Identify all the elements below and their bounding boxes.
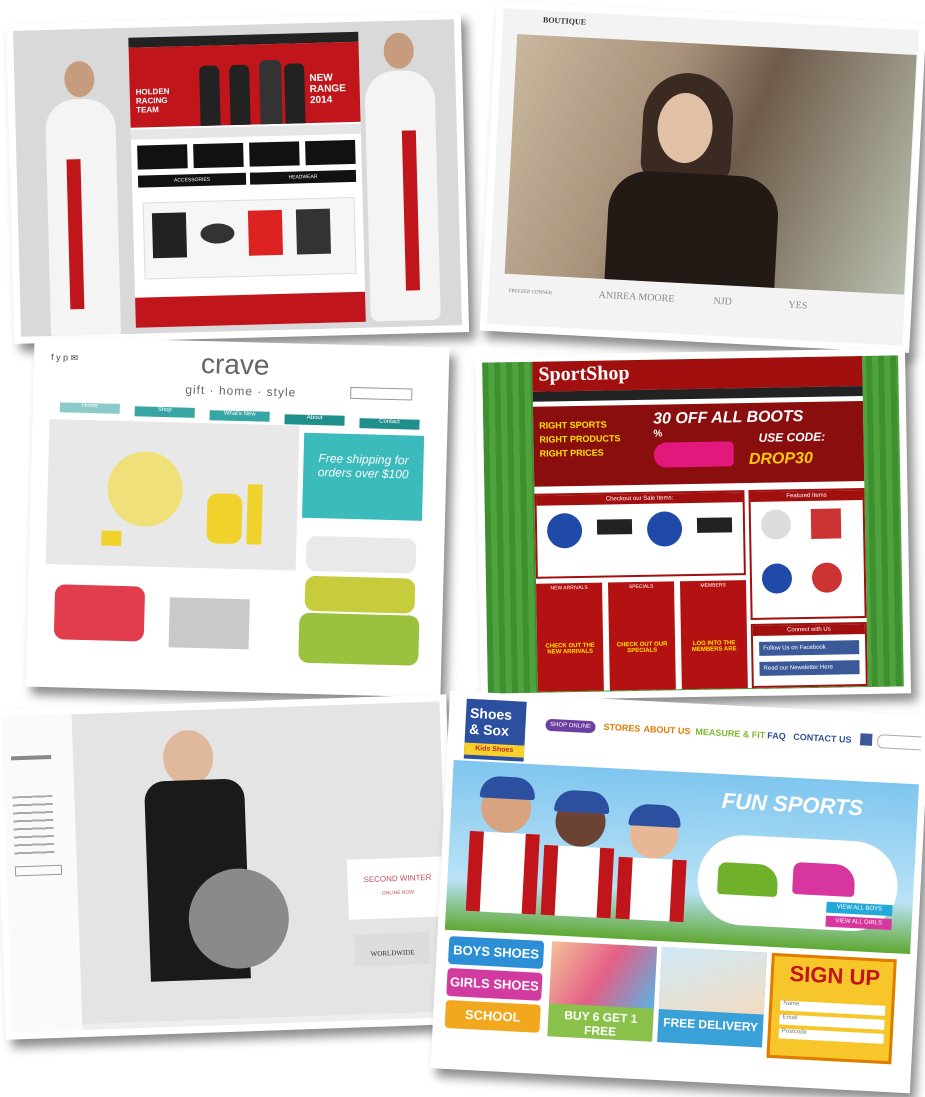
second-winter-headline: SECOND WINTER	[363, 872, 432, 885]
girls-shoes-button[interactable]: GIRLS SHOES	[446, 967, 543, 1001]
promo-code: DROP30	[748, 449, 814, 469]
buy6-text: BUY 6 GET 1 FREE	[563, 1008, 638, 1039]
signup-postcode-field[interactable]: Postcode	[778, 1028, 884, 1044]
nav-about-us[interactable]: ABOUT US	[643, 724, 690, 736]
sale-items: Checkout our Sale Items:	[534, 490, 746, 579]
brand-njd[interactable]: NJD	[713, 296, 732, 308]
hero-title: FUN SPORTS	[721, 788, 864, 821]
shoes-sox-logo[interactable]: Shoes & Sox Kids Shoes	[463, 698, 527, 762]
facebook-icon[interactable]	[859, 733, 873, 746]
second-winter-screenshot: SECOND WINTER ONLINE NOW WORLDWIDE	[0, 694, 458, 1040]
free-shipping-banner[interactable]: Free shipping for orders over $100	[302, 432, 425, 521]
brand-freezer-conner[interactable]: FREEZER CONNER	[509, 289, 553, 296]
tile-new-arrivals-cta: CHECK OUT THE NEW ARRIVALS	[545, 642, 595, 656]
section-tiles: NEW ARRIVALS CHECK OUT THE NEW ARRIVALS …	[536, 580, 748, 692]
promo-use: USE CODE:	[758, 429, 826, 445]
featured-heading: Featured Items	[750, 490, 863, 502]
promo-banner[interactable]: RIGHT SPORTS RIGHT PRODUCTS RIGHT PRICES…	[532, 401, 865, 487]
search-input[interactable]	[876, 734, 923, 751]
tile-members-label: MEMBERS	[700, 582, 726, 589]
hero-banner[interactable]: HOLDEN RACING TEAM NEW RANGE 2014	[128, 41, 361, 128]
free-delivery-text: FREE DELIVERY	[662, 1015, 759, 1035]
racer-left-image	[44, 60, 122, 337]
accessories-link[interactable]: ACCESSORIES	[137, 172, 247, 188]
worldwide-badge: WORLDWIDE	[354, 931, 431, 967]
brand-anirea-moore[interactable]: ANIREA MOORE	[598, 290, 674, 305]
boys-shoes-button[interactable]: BOYS SHOES	[447, 935, 545, 969]
sportshop-screenshot: SportShop RIGHT SPORTS RIGHT PRODUCTS RI…	[475, 348, 911, 701]
brand-yes[interactable]: YES	[788, 300, 807, 312]
crave-tagline: gift · home · style	[185, 382, 297, 400]
signup-box: SIGN UP Name Email Postcode	[766, 952, 897, 1065]
holden-title: HOLDEN RACING TEAM	[135, 86, 170, 115]
free-delivery-promo[interactable]: FREE DELIVERY	[657, 947, 767, 1048]
holden-racing-screenshot: HOLDEN RACING TEAM NEW RANGE 2014 ACCESS…	[5, 12, 470, 344]
tile-new-arrivals[interactable]: NEW ARRIVALS CHECK OUT THE NEW ARRIVALS	[536, 582, 604, 692]
nav-shop-online[interactable]: SHOP ONLINE	[545, 718, 596, 734]
nav-about[interactable]: About	[284, 414, 345, 426]
logo-line2: & Sox	[468, 720, 510, 739]
featured-items: Featured Items	[748, 488, 867, 621]
boutique-screenshot: BOUTIQUE FREEZER CONNER ANIREA MOORE NJD…	[479, 0, 925, 354]
tile-members[interactable]: MEMBERS LOG INTO THE MEMBERS ARE	[679, 580, 748, 690]
holden-site: HOLDEN RACING TEAM NEW RANGE 2014 ACCESS…	[128, 31, 366, 328]
school-shoes-button[interactable]: SCHOOL SHOES	[444, 999, 541, 1053]
nav-contact[interactable]: Contact	[359, 418, 420, 430]
slogan-prices: RIGHT PRICES	[539, 447, 604, 459]
newsletter-button[interactable]: Read our Newsletter Here	[759, 660, 860, 676]
promo-headline: 30 OFF ALL BOOTS	[653, 408, 804, 428]
tile-specials-label: SPECIALS	[628, 583, 654, 591]
hero-product-photo	[45, 419, 300, 571]
shoes-and-sox-screenshot: Shoes & Sox Kids Shoes SHOP ONLINE STORE…	[430, 690, 925, 1094]
nav-shop[interactable]: Shop	[134, 406, 195, 418]
hero-photo	[504, 34, 917, 295]
boutique-tab[interactable]: BOUTIQUE	[543, 15, 587, 26]
hero-banner[interactable]: FUN SPORTS VIEW ALL BOYS VIEW ALL GIRLS	[444, 759, 923, 955]
tile-specials-cta: CHECK OUT OUR SPECIALS	[616, 641, 668, 655]
product-shorts[interactable]	[53, 584, 146, 642]
boot-image	[653, 441, 734, 468]
crave-screenshot: f y p ✉ crave gift · home · style Home S…	[25, 336, 450, 698]
nav-home[interactable]: Home	[59, 402, 120, 414]
nav-faq[interactable]: FAQ	[767, 730, 786, 741]
social-icons[interactable]: f y p ✉	[51, 352, 78, 364]
tile-new-arrivals-label: NEW ARRIVALS	[550, 584, 588, 592]
nav-stores[interactable]: STORES	[603, 722, 640, 734]
headwear-link[interactable]: HEADWEAR	[249, 169, 357, 185]
product-bags[interactable]	[168, 597, 250, 650]
free-shipping-text: Free shipping for orders over $100	[317, 451, 409, 482]
signup-email-field[interactable]: Email	[779, 1014, 885, 1030]
online-now-link[interactable]: ONLINE NOW	[353, 888, 443, 897]
promo-percent: %	[653, 428, 663, 440]
connect-heading: Connect with Us	[752, 624, 865, 636]
tile-specials[interactable]: SPECIALS CHECK OUT OUR SPECIALS	[607, 581, 676, 691]
sportshop-logo[interactable]: SportShop	[538, 362, 630, 387]
racer-right-image	[364, 32, 441, 322]
buy6-promo[interactable]: BUY 6 GET 1 FREE	[547, 941, 658, 1042]
tile-members-cta: LOG INTO THE MEMBERS ARE	[691, 640, 737, 654]
crave-logo[interactable]: crave	[201, 348, 270, 382]
sportshop-site: SportShop RIGHT SPORTS RIGHT PRODUCTS RI…	[532, 356, 868, 692]
nav-measure-fit[interactable]: MEASURE & FIT	[695, 727, 765, 741]
slogan-products: RIGHT PRODUCTS	[539, 433, 621, 445]
new-range-banner: NEW RANGE 2014	[309, 72, 346, 107]
promo-card[interactable]: SECOND WINTER ONLINE NOW	[346, 856, 449, 920]
signup-name-field[interactable]: Name	[779, 1000, 886, 1016]
logo-sub: Kids Shoes	[463, 742, 525, 758]
facebook-button[interactable]: Follow Us on Facebook	[759, 640, 860, 656]
nav-whats-new[interactable]: What's New	[209, 410, 270, 422]
worldwide-text: WORLDWIDE	[370, 948, 415, 959]
slogan-sports: RIGHT SPORTS	[539, 419, 607, 431]
nav-contact-us[interactable]: CONTACT US	[793, 732, 852, 745]
signup-heading: SIGN UP	[789, 960, 881, 991]
featured-products	[142, 196, 357, 280]
search-input[interactable]	[350, 386, 413, 401]
left-sidebar[interactable]	[1, 714, 84, 1033]
connect-box: Connect with Us Follow Us on Facebook Re…	[750, 621, 868, 688]
sale-heading: Checkout our Sale Items:	[536, 492, 743, 506]
